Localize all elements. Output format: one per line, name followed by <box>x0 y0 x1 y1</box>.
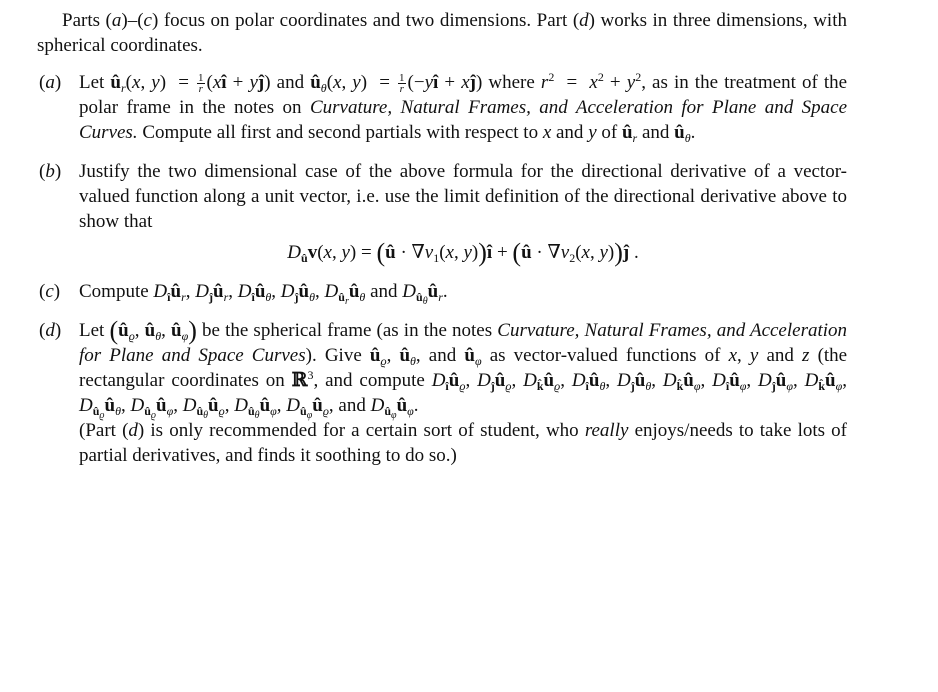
formula-r-squared: r2 = x2 + y2 <box>540 70 642 93</box>
part-b-label: (b) <box>39 161 62 182</box>
intro-paragraph: Parts (a)–(c) focus on polar coordinates… <box>37 10 847 56</box>
part-b: (b) Justify the two dimensional case of … <box>39 161 847 267</box>
part-c-derivatives: Dîûr, Dĵûr, Dîûθ, Dĵûθ, Dûrûθ and Dûθûr. <box>153 281 448 307</box>
problem-document: Parts (a)–(c) focus on polar coordinates… <box>37 8 847 482</box>
part-a-label: (a) <box>39 72 62 93</box>
part-c-label: (c) <box>39 281 61 302</box>
part-c: (c) Compute Dîûr, Dĵûr, Dîûθ, Dĵûθ, Dûrû… <box>39 281 448 307</box>
part-d-note: (Part (d) is only recommended for a cert… <box>79 420 847 466</box>
part-a: (a) Let ûr(x, y) = 1 r (xî + yĵ) and ûθ(x,… <box>39 70 848 145</box>
formula-u-theta: ûθ(x, y) = 1 r (−yî + xĵ) <box>310 72 483 96</box>
directional-derivative-formula: Dûv(x, y) = (û · ∇v1(x, y))î + (û · ∇v2(… <box>287 238 639 267</box>
spherical-frame: (ûϱ, ûθ, ûφ) <box>109 316 197 345</box>
part-d: (d) Let (ûϱ, ûθ, ûφ) be the spherical fr… <box>39 316 848 467</box>
formula-u-r: ûr(x, y) = 1 r (xî + yĵ) <box>110 72 271 96</box>
part-d-label: (d) <box>39 320 62 341</box>
